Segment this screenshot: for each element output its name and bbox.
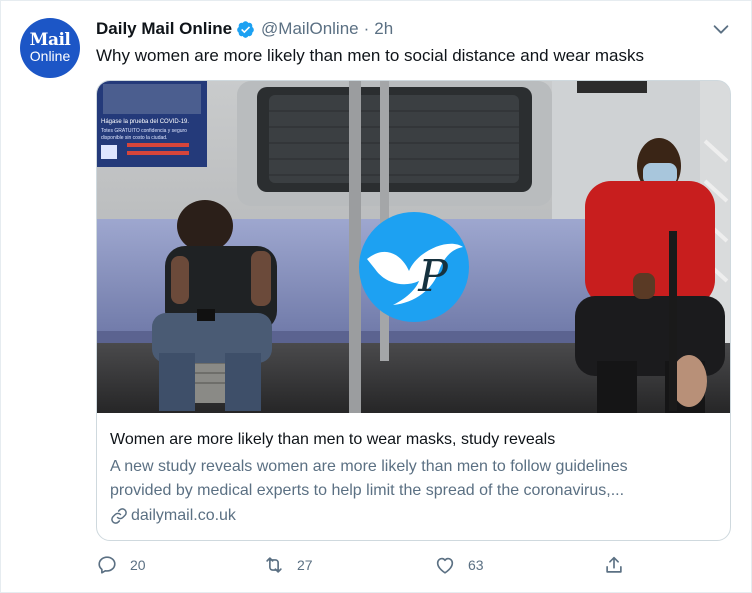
avatar[interactable]: Mail Online [20,18,80,78]
heart-icon [436,557,454,574]
card-description-line2: provided by medical experts to help limi… [110,482,625,499]
avatar-logo-line2: Online [29,48,71,64]
retweet-count: 27 [297,557,313,573]
card-domain-text: dailymail.co.uk [131,507,236,524]
card-description-line1: A new study reveals women are more likel… [110,458,628,475]
link-icon [111,508,127,524]
action-bar: 20 27 63 [96,554,656,580]
link-card[interactable]: Hágase la prueba del COVID-19. Totes GRA… [96,80,731,541]
card-domain[interactable]: dailymail.co.uk [110,507,236,525]
tweet-header: Daily Mail Online @MailOnline · 2h [96,18,393,40]
avatar-logo-line1: Mail [29,30,71,50]
poster-line1: Hágase la prueba del COVID-19. [101,119,189,125]
reply-count: 20 [130,557,146,573]
like-button[interactable]: 63 [434,554,484,576]
card-description: A new study reveals women are more likel… [110,455,722,503]
reply-button[interactable]: 20 [96,554,146,576]
retweet-icon [266,557,282,573]
reply-icon [98,556,116,574]
verified-badge-icon [237,20,254,38]
card-title[interactable]: Women are more likely than men to wear m… [110,431,555,449]
retweet-button[interactable]: 27 [263,554,313,576]
subway-photo: Hágase la prueba del COVID-19. Totes GRA… [97,81,730,413]
tweet-container[interactable]: Mail Online Daily Mail Online @MailOnlin… [0,0,752,593]
tweet-text: Why women are more likely than men to so… [96,46,645,65]
share-icon [606,556,622,573]
watermark-letter: P [417,251,449,302]
separator: · [363,19,370,38]
chevron-down-icon[interactable] [710,18,732,40]
like-count: 63 [468,557,484,573]
display-name[interactable]: Daily Mail Online [96,19,232,39]
poster-line3: disponible sin costo la ciudad. [101,135,167,141]
timestamp[interactable]: 2h [374,19,393,39]
handle[interactable]: @MailOnline [261,19,359,39]
share-button[interactable] [603,554,637,576]
poster-line2: Totes GRATUITO confidencia y seguro [101,128,187,134]
card-image[interactable]: Hágase la prueba del COVID-19. Totes GRA… [97,81,730,413]
watermark-bird-logo: P [359,212,469,322]
